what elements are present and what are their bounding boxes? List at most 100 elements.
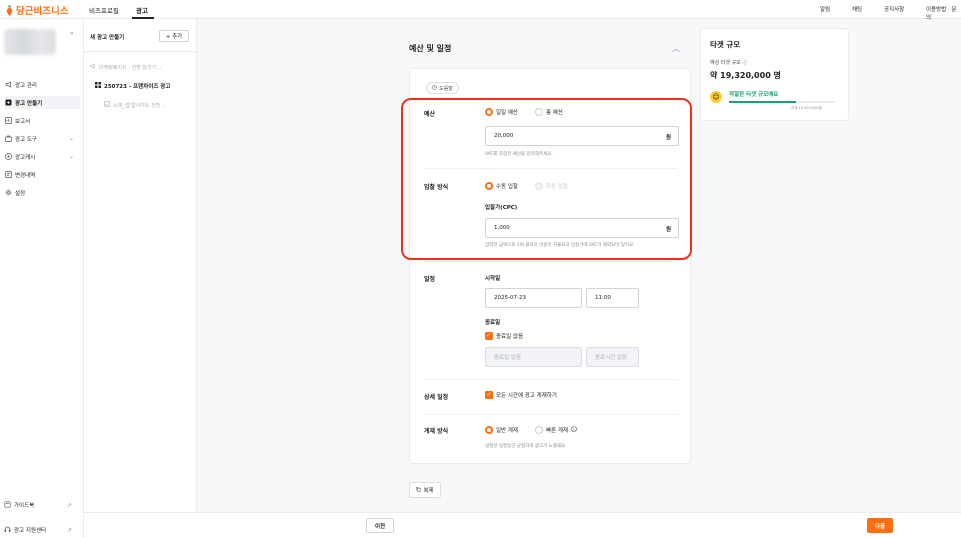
help-label: 도움말 [439,85,453,92]
sidebar-bottom-label: 가이드북 [14,503,35,509]
daily-budget-radio[interactable]: 일일 예산 [485,108,518,116]
prev-button[interactable]: 이전 [366,518,394,533]
radio-label: 일일 예산 [496,110,518,116]
end-date-input: 종료일 없음 [485,347,582,367]
radio-label: 자동 입찰 [546,184,568,190]
target-count: 약 19,320,000 명 [710,71,781,80]
sidebar: « 광고 관리 광고 만들기 보고서 광고 도구 ⌄ 광고캐시 ⌄ 변경내역 설… [0,19,84,538]
chevron-down-icon: ⌄ [68,135,74,142]
sidebar-item-ad-manage[interactable]: 광고 관리 [4,78,80,91]
section-title: 예산 및 일정 [409,44,452,53]
divider [84,51,197,52]
radio-selected [485,108,493,116]
grid-icon [95,82,101,90]
divider [424,379,678,380]
radio-label: 총 예산 [546,110,563,116]
tab-ads[interactable]: 광고 [136,5,148,15]
sidebar-item-report[interactable]: 보고서 [4,114,80,127]
start-date-input[interactable]: 2025-07-23 [485,288,582,308]
tree-item-label: 소재_앱/웹사이트 전환 ... [113,102,167,109]
divider [424,168,678,169]
budget-hint: VAT를 포함한 예산을 입력해주세요. [485,152,553,157]
headset-icon [4,526,11,535]
sidebar-item-label: 광고캐시 [15,154,36,161]
total-budget-radio[interactable]: 총 예산 [535,108,563,116]
cpc-input[interactable]: 1,000 원 [485,218,679,238]
megaphone-icon [5,81,12,88]
currency-unit: 원 [665,135,671,141]
checkbox-label: 모든 시간에 광고 게재하기 [496,393,557,399]
checkbox-label: 종료일 없음 [496,334,524,340]
info-icon[interactable]: ⓘ [742,60,747,66]
tree-item-creative[interactable]: 소재_앱/웹사이트 전환 ... [104,101,167,109]
manual-bid-radio[interactable]: 수동 입찰 [485,182,518,190]
delivery-label: 게재 방식 [424,428,449,435]
radio-selected [485,426,493,434]
end-date-placeholder: 종료일 없음 [494,355,522,361]
top-bar: 당근비즈니스 비즈프로필 광고 알림 채팅 공지사항 이용방법 · 문의 [0,0,961,21]
radio-disabled [535,182,543,190]
budget-schedule-card: 도움말 예산 일일 예산 총 예산 20,000 원 VAT를 포함한 예산을 … [409,68,691,464]
help-button[interactable]: 도움말 [426,82,459,94]
tab-bizprofile[interactable]: 비즈프로필 [89,5,119,15]
no-end-date-checkbox[interactable]: ✓ 종료일 없음 [485,332,523,340]
footer-bar: 이전 다음 [84,512,961,538]
radio-selected [485,182,493,190]
image-icon [104,101,111,109]
start-time-input[interactable]: 11:00 [586,288,639,308]
copy-label: 복제 [423,488,434,494]
avatar [4,29,56,55]
checkmark-icon: ✓ [485,391,493,399]
fast-delivery-radio[interactable]: 빠른 게재 [535,426,577,434]
sidebar-item-label: 설정 [15,190,26,197]
copy-button[interactable]: 복제 [409,482,441,498]
notification-link[interactable]: 알림 [820,5,830,13]
budget-label: 예산 [424,111,436,118]
sidebar-guidebook[interactable]: 가이드북 ↗ [4,499,80,511]
target-total: 전체 19,320,000명 [791,106,822,110]
notice-link[interactable]: 공지사항 [884,5,904,13]
standard-delivery-radio[interactable]: 일반 게재 [485,426,518,434]
sidebar-item-settings[interactable]: 설정 [4,186,80,199]
sidebar-item-ad-tools[interactable]: 광고 도구 ⌄ [4,132,80,145]
chat-link[interactable]: 채팅 [852,5,862,13]
brand-logo[interactable]: 당근비즈니스 [5,3,68,17]
sidebar-item-ad-cash[interactable]: 광고캐시 ⌄ [4,150,80,163]
help-link[interactable]: 이용방법 · 문의 [926,5,961,21]
brand-name: 당근비즈니스 [16,6,69,17]
next-button[interactable]: 다음 [867,518,893,533]
chevron-down-icon: ⌄ [68,153,74,160]
divider [424,261,678,262]
sidebar-item-label: 변경내역 [15,172,36,179]
checkmark-icon: ✓ [485,332,493,340]
end-time-placeholder: 종료시간 없음 [595,355,628,361]
tree-item-campaign[interactable]: 마케팅페이지 - 전환 늘리기 ... [90,63,163,71]
sidebar-item-label: 보고서 [15,118,31,125]
sidebar-item-history[interactable]: 변경내역 [4,168,80,181]
sidebar-item-ad-create[interactable]: 광고 만들기 [4,96,80,109]
start-time-value: 11:00 [595,295,611,301]
radio-label: 일반 게재 [496,428,518,434]
book-icon [4,500,11,510]
cpc-value: 1,000 [494,225,510,231]
history-icon [5,171,12,178]
carrot-icon [6,4,13,16]
info-icon[interactable] [571,426,577,434]
tree-item-adgroup[interactable]: 250723 - 프랜차이즈 광고 [95,82,170,90]
bidding-label: 입찰 방식 [424,184,449,191]
cpc-hint: 입력한 금액으로 1회 클릭당 비용이 지불되고 입찰가에 VAT가 예외되어 … [485,243,635,248]
sidebar-item-label: 광고 관리 [15,82,37,89]
divider [424,414,678,415]
sidebar-support-center[interactable]: 광고 지원센터 ↗ [4,524,80,536]
chevron-up-icon[interactable]: ︿ [672,43,680,54]
report-icon [5,117,12,124]
clock-icon [432,84,437,92]
auto-bid-radio[interactable]: 자동 입찰 [535,182,568,190]
radio-label: 빠른 게재 [546,428,568,434]
sidebar-collapse-icon[interactable]: « [70,30,74,37]
add-ad-button[interactable]: + 추가 [159,30,189,42]
all-hours-checkbox[interactable]: ✓ 모든 시간에 광고 게재하기 [485,391,557,399]
target-status: 적절한 타겟 규모예요 [729,92,779,98]
start-date-value: 2025-07-23 [494,295,526,301]
budget-input[interactable]: 20,000 원 [485,126,679,146]
